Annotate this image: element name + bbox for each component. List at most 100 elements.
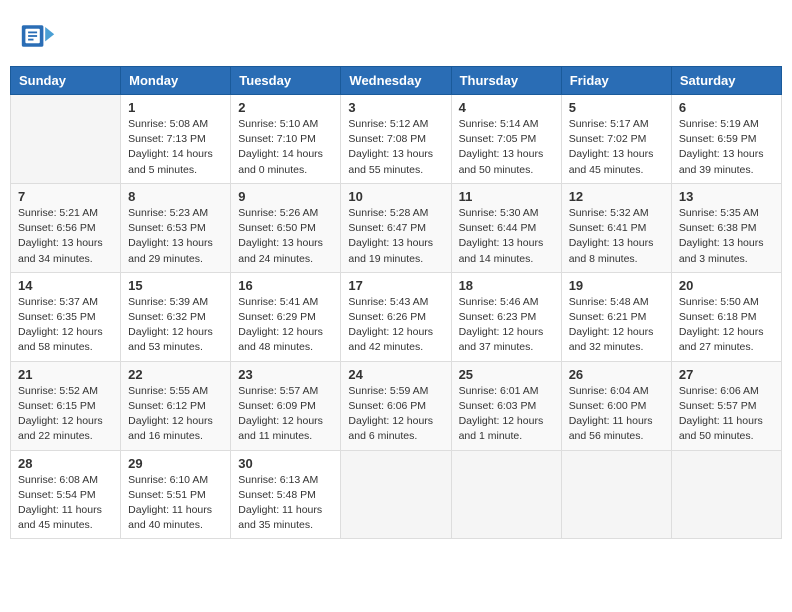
day-info: Sunrise: 5:35 AMSunset: 6:38 PMDaylight:… <box>679 206 774 267</box>
column-header-wednesday: Wednesday <box>341 67 451 95</box>
day-info: Sunrise: 6:06 AMSunset: 5:57 PMDaylight:… <box>679 384 774 445</box>
calendar-week-row: 14 Sunrise: 5:37 AMSunset: 6:35 PMDayligh… <box>11 272 782 361</box>
calendar-week-row: 7 Sunrise: 5:21 AMSunset: 6:56 PMDaylight… <box>11 183 782 272</box>
calendar-cell: 4Sunrise: 5:14 AMSunset: 7:05 PMDaylight… <box>451 95 561 184</box>
calendar-cell: 16Sunrise: 5:41 AMSunset: 6:29 PMDayligh… <box>231 272 341 361</box>
calendar-cell: 1Sunrise: 5:08 AMSunset: 7:13 PMDaylight… <box>121 95 231 184</box>
day-number: 16 <box>238 278 333 293</box>
day-info: Sunrise: 5:19 AMSunset: 6:59 PMDaylight:… <box>679 117 774 178</box>
logo-icon <box>20 18 56 54</box>
day-number: 25 <box>459 367 554 382</box>
column-header-monday: Monday <box>121 67 231 95</box>
day-number: 11 <box>459 189 554 204</box>
day-number: 2 <box>238 100 333 115</box>
day-info: Sunrise: 6:01 AMSunset: 6:03 PMDaylight:… <box>459 384 554 445</box>
calendar-cell: 28 Sunrise: 6:08 AMSunset: 5:54 PMDayligh… <box>11 450 121 539</box>
calendar-cell: 10 Sunrise: 5:28 AMSunset: 6:47 PMDayligh… <box>341 183 451 272</box>
page-header <box>10 10 782 58</box>
calendar-cell: 23 Sunrise: 5:57 AMSunset: 6:09 PMDayligh… <box>231 361 341 450</box>
day-number: 18 <box>459 278 554 293</box>
calendar-cell <box>451 450 561 539</box>
calendar-cell: 12 Sunrise: 5:32 AMSunset: 6:41 PMDayligh… <box>561 183 671 272</box>
calendar-cell: 29 Sunrise: 6:10 AMSunset: 5:51 PMDayligh… <box>121 450 231 539</box>
calendar-cell: 19 Sunrise: 5:48 AMSunset: 6:21 PMDayligh… <box>561 272 671 361</box>
calendar-week-row: 28 Sunrise: 6:08 AMSunset: 5:54 PMDayligh… <box>11 450 782 539</box>
day-number: 28 <box>18 456 113 471</box>
day-number: 4 <box>459 100 554 115</box>
column-header-sunday: Sunday <box>11 67 121 95</box>
day-info: Sunrise: 5:52 AMSunset: 6:15 PMDaylight:… <box>18 384 113 445</box>
calendar-header-row: SundayMondayTuesdayWednesdayThursdayFrid… <box>11 67 782 95</box>
day-info: Sunrise: 5:23 AMSunset: 6:53 PMDaylight:… <box>128 206 223 267</box>
day-number: 3 <box>348 100 443 115</box>
day-info: Sunrise: 5:28 AMSunset: 6:47 PMDaylight:… <box>348 206 443 267</box>
day-info: Sunrise: 5:46 AMSunset: 6:23 PMDaylight:… <box>459 295 554 356</box>
calendar-cell: 20 Sunrise: 5:50 AMSunset: 6:18 PMDayligh… <box>671 272 781 361</box>
calendar-cell: 18 Sunrise: 5:46 AMSunset: 6:23 PMDayligh… <box>451 272 561 361</box>
day-number: 14 <box>18 278 113 293</box>
day-number: 8 <box>128 189 223 204</box>
day-info: Sunrise: 5:50 AMSunset: 6:18 PMDaylight:… <box>679 295 774 356</box>
day-info: Sunrise: 5:21 AMSunset: 6:56 PMDaylight:… <box>18 206 113 267</box>
day-info: Sunrise: 6:04 AMSunset: 6:00 PMDaylight:… <box>569 384 664 445</box>
day-number: 27 <box>679 367 774 382</box>
day-info: Sunrise: 6:10 AMSunset: 5:51 PMDaylight:… <box>128 473 223 534</box>
calendar-week-row: 1Sunrise: 5:08 AMSunset: 7:13 PMDaylight… <box>11 95 782 184</box>
calendar-cell <box>671 450 781 539</box>
calendar-cell: 5 Sunrise: 5:17 AMSunset: 7:02 PMDaylight… <box>561 95 671 184</box>
day-number: 15 <box>128 278 223 293</box>
day-number: 5 <box>569 100 664 115</box>
day-number: 19 <box>569 278 664 293</box>
calendar-cell: 26 Sunrise: 6:04 AMSunset: 6:00 PMDayligh… <box>561 361 671 450</box>
calendar-cell: 30Sunrise: 6:13 AMSunset: 5:48 PMDayligh… <box>231 450 341 539</box>
day-number: 21 <box>18 367 113 382</box>
column-header-thursday: Thursday <box>451 67 561 95</box>
day-info: Sunrise: 5:26 AMSunset: 6:50 PMDaylight:… <box>238 206 333 267</box>
calendar-week-row: 21 Sunrise: 5:52 AMSunset: 6:15 PMDayligh… <box>11 361 782 450</box>
calendar-cell: 9 Sunrise: 5:26 AMSunset: 6:50 PMDaylight… <box>231 183 341 272</box>
day-number: 12 <box>569 189 664 204</box>
calendar-cell: 21 Sunrise: 5:52 AMSunset: 6:15 PMDayligh… <box>11 361 121 450</box>
calendar-cell: 8 Sunrise: 5:23 AMSunset: 6:53 PMDaylight… <box>121 183 231 272</box>
calendar-cell <box>561 450 671 539</box>
calendar-cell: 3 Sunrise: 5:12 AMSunset: 7:08 PMDaylight… <box>341 95 451 184</box>
calendar-cell: 7 Sunrise: 5:21 AMSunset: 6:56 PMDaylight… <box>11 183 121 272</box>
day-number: 9 <box>238 189 333 204</box>
day-info: Sunrise: 5:30 AMSunset: 6:44 PMDaylight:… <box>459 206 554 267</box>
day-info: Sunrise: 6:08 AMSunset: 5:54 PMDaylight:… <box>18 473 113 534</box>
day-info: Sunrise: 5:17 AMSunset: 7:02 PMDaylight:… <box>569 117 664 178</box>
day-number: 29 <box>128 456 223 471</box>
calendar-cell: 15Sunrise: 5:39 AMSunset: 6:32 PMDayligh… <box>121 272 231 361</box>
day-number: 20 <box>679 278 774 293</box>
column-header-tuesday: Tuesday <box>231 67 341 95</box>
day-info: Sunrise: 5:08 AMSunset: 7:13 PMDaylight:… <box>128 117 223 178</box>
day-number: 24 <box>348 367 443 382</box>
calendar-cell: 24 Sunrise: 5:59 AMSunset: 6:06 PMDayligh… <box>341 361 451 450</box>
day-info: Sunrise: 5:48 AMSunset: 6:21 PMDaylight:… <box>569 295 664 356</box>
day-info: Sunrise: 5:59 AMSunset: 6:06 PMDaylight:… <box>348 384 443 445</box>
calendar-cell: 25 Sunrise: 6:01 AMSunset: 6:03 PMDayligh… <box>451 361 561 450</box>
calendar-cell: 2Sunrise: 5:10 AMSunset: 7:10 PMDaylight… <box>231 95 341 184</box>
day-number: 6 <box>679 100 774 115</box>
calendar-cell: 14 Sunrise: 5:37 AMSunset: 6:35 PMDayligh… <box>11 272 121 361</box>
day-info: Sunrise: 5:37 AMSunset: 6:35 PMDaylight:… <box>18 295 113 356</box>
day-number: 26 <box>569 367 664 382</box>
calendar-cell: 22Sunrise: 5:55 AMSunset: 6:12 PMDayligh… <box>121 361 231 450</box>
day-number: 30 <box>238 456 333 471</box>
day-info: Sunrise: 5:32 AMSunset: 6:41 PMDaylight:… <box>569 206 664 267</box>
calendar-cell: 11 Sunrise: 5:30 AMSunset: 6:44 PMDayligh… <box>451 183 561 272</box>
day-number: 22 <box>128 367 223 382</box>
column-header-friday: Friday <box>561 67 671 95</box>
day-info: Sunrise: 5:43 AMSunset: 6:26 PMDaylight:… <box>348 295 443 356</box>
column-header-saturday: Saturday <box>671 67 781 95</box>
day-info: Sunrise: 5:57 AMSunset: 6:09 PMDaylight:… <box>238 384 333 445</box>
calendar-cell: 17 Sunrise: 5:43 AMSunset: 6:26 PMDayligh… <box>341 272 451 361</box>
calendar-cell <box>11 95 121 184</box>
calendar-cell <box>341 450 451 539</box>
day-number: 10 <box>348 189 443 204</box>
calendar-cell: 6 Sunrise: 5:19 AMSunset: 6:59 PMDaylight… <box>671 95 781 184</box>
day-number: 17 <box>348 278 443 293</box>
day-number: 7 <box>18 189 113 204</box>
day-number: 23 <box>238 367 333 382</box>
day-info: Sunrise: 5:12 AMSunset: 7:08 PMDaylight:… <box>348 117 443 178</box>
